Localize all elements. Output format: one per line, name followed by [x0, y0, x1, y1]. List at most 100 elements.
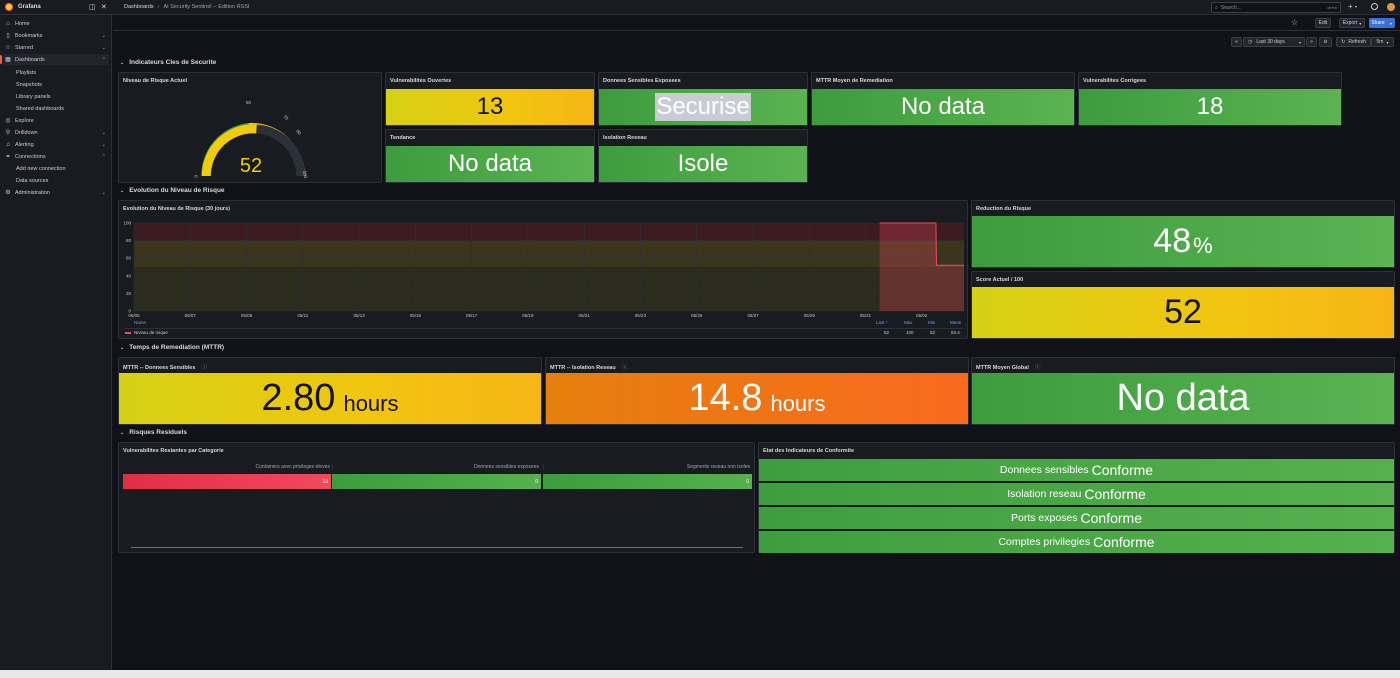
panel-mttr-isolation[interactable]: MTTR -- Isolation Reseau ⓘ 14.8 hours — [545, 357, 969, 425]
panel-title-text: MTTR Moyen Global — [976, 365, 1029, 371]
x-tick-label: 05/15 — [410, 313, 422, 318]
breadcrumb-current: AI Security Sentinel -- Edition RSSI — [163, 4, 250, 10]
chevron-up-icon[interactable]: ⌃ — [102, 154, 106, 160]
sidebar-item-starred[interactable]: ☆ Starred ⌄ — [3, 42, 109, 53]
panel-title: MTTR -- Isolation Reseau ⓘ — [550, 363, 627, 371]
compliance-status: Conforme — [1080, 510, 1142, 526]
row-title-indicateurs[interactable]: ⌄ Indicateurs Cles de Securite — [120, 59, 216, 66]
search-input[interactable]: ⌕ Search... ctrl+k — [1211, 2, 1341, 13]
search-icon: ⌕ — [1215, 4, 1218, 11]
panel-risk-gauge[interactable]: Niveau de Risque Actuel 0 50 70 80 100 5… — [118, 72, 382, 183]
sidebar-item-drilldown[interactable]: ⚲ Drilldown ⌄ — [3, 127, 109, 138]
threshold-band — [134, 240, 964, 267]
chevron-down-icon[interactable]: ⌄ — [102, 190, 106, 196]
sidebar-item-explore[interactable]: ◎ Explore — [3, 115, 109, 126]
panel-compliance[interactable]: Etat des Indicateurs de Conformite Donne… — [758, 442, 1395, 553]
legend-header-mean: Mean — [950, 320, 962, 325]
stat-unit: % — [1193, 232, 1213, 258]
compliance-label: Isolation reseau — [1007, 488, 1082, 500]
help-icon[interactable] — [1371, 3, 1378, 10]
sidebar-item-playlists[interactable]: Playlists — [14, 67, 109, 78]
bell-icon: ♫ — [5, 141, 11, 148]
compliance-label: Ports exposes — [1010, 512, 1078, 524]
home-icon: ⌂ — [6, 20, 10, 27]
panel-title: Etat des Indicateurs de Conformite — [763, 448, 855, 454]
chevron-down-icon: ⌄ — [120, 187, 125, 194]
chevron-down-icon[interactable]: ⌄ — [102, 45, 106, 51]
info-icon[interactable]: ⓘ — [1035, 365, 1041, 371]
chevron-up-icon[interactable]: ⌃ — [102, 57, 106, 63]
chevron-down-icon[interactable]: ⌄ — [102, 130, 106, 136]
row-title-evolution[interactable]: ⌄ Evolution du Niveau de Risque — [120, 187, 225, 194]
sidebar-item-label: Starred — [15, 44, 34, 51]
stat-value: 48 — [1153, 222, 1192, 260]
search-placeholder: Search... — [1220, 4, 1241, 11]
sidebar-item-add-connection[interactable]: Add new connection — [14, 163, 109, 174]
grafana-logo-icon[interactable] — [5, 3, 13, 11]
refresh-button[interactable]: ↻ Refresh — [1336, 37, 1371, 47]
sidebar-item-dashboards[interactable]: ▦ Dashboards ⌃ — [0, 54, 109, 65]
row-title-mttr[interactable]: ⌄ Temps de Remediation (MTTR) — [120, 344, 224, 351]
sidebar-item-data-sources[interactable]: Data sources — [14, 175, 109, 186]
x-tick-label: 05/09 — [241, 313, 253, 318]
zoom-out-button[interactable]: ⊖ — [1319, 37, 1332, 47]
new-plus-icon[interactable]: + — [1348, 2, 1353, 11]
panel-trend[interactable]: Tendance No data — [385, 129, 595, 183]
legend-row[interactable]: Niveau de risque 52 100 52 83.4 — [125, 328, 963, 336]
stat-value: 2.80 — [261, 377, 336, 419]
legend-max: 100 — [906, 330, 914, 335]
sidebar-item-shared-dashboards[interactable]: Shared dashboards — [14, 103, 109, 114]
sidebar-item-snapshots[interactable]: Snapshots — [14, 79, 109, 90]
chevron-down-icon[interactable]: ▾ — [1355, 4, 1357, 9]
share-menu-button[interactable]: ▾ — [1387, 18, 1395, 28]
panel-sensitive-data[interactable]: Donnees Sensibles Exposees Securise — [598, 72, 808, 126]
refresh-interval-select[interactable]: 5m ▾ — [1371, 37, 1394, 47]
sidebar-item-administration[interactable]: ⚙ Administration ⌄ — [3, 187, 109, 198]
breadcrumb-dashboards[interactable]: Dashboards — [124, 4, 154, 10]
sidebar-item-library-panels[interactable]: Library panels — [14, 91, 109, 102]
sidebar-item-bookmarks[interactable]: ▯ Bookmarks ⌄ — [3, 30, 109, 41]
legend-header-last: Last * — [876, 320, 888, 325]
sidebar-item-connections[interactable]: ⚭ Connections ⌃ — [3, 151, 109, 162]
avatar[interactable] — [1387, 3, 1395, 11]
panel-mttr-mean[interactable]: MTTR Moyen de Remediation No data — [811, 72, 1075, 126]
panel-title: Donnees Sensibles Exposees — [603, 78, 681, 84]
x-tick-label: 06/02 — [916, 313, 928, 318]
panel-residual-vulns[interactable]: Vulnerabilites Restantes par Categorie C… — [118, 442, 755, 553]
x-tick-label: 05/21 — [579, 313, 591, 318]
scrollbar[interactable] — [131, 547, 743, 548]
panel-vuln-open[interactable]: Vulnerabilites Ouvertes 13 — [385, 72, 595, 126]
sidebar-item-alerting[interactable]: ♫ Alerting ⌄ — [3, 139, 109, 150]
chevron-down-icon[interactable]: ⌄ — [102, 33, 106, 39]
star-icon: ☆ — [5, 44, 11, 51]
panel-isolation[interactable]: Isolation Reseau Isole — [598, 129, 808, 183]
info-icon[interactable]: ⓘ — [201, 365, 207, 371]
panel-vuln-fixed[interactable]: Vulnerabilites Corrigees 18 — [1078, 72, 1342, 126]
panel-title: Vulnerabilites Corrigees — [1083, 78, 1147, 84]
row-title-residual[interactable]: ⌄ Risques Residuels — [120, 429, 187, 436]
stat-unit: hours — [343, 390, 399, 416]
panel-current-score[interactable]: Score Actuel / 100 52 — [971, 271, 1395, 339]
close-menu-icon[interactable]: ✕ — [101, 3, 107, 11]
time-back-button[interactable]: « — [1231, 37, 1242, 47]
x-tick-label: 05/19 — [522, 313, 534, 318]
sidebar-item-home[interactable]: ⌂ Home — [3, 18, 109, 29]
panel-mttr-global[interactable]: MTTR Moyen Global ⓘ No data — [971, 357, 1395, 425]
star-dashboard-icon[interactable]: ☆ — [1291, 18, 1298, 27]
info-icon[interactable]: ⓘ — [622, 365, 628, 371]
share-button[interactable]: Share — [1369, 18, 1387, 28]
compliance-status: Conforme — [1091, 462, 1154, 478]
panel-mttr-data[interactable]: MTTR -- Donnees Sensibles ⓘ 2.80 hours — [118, 357, 542, 425]
stat-value: No data — [812, 89, 1074, 125]
dock-menu-icon[interactable]: ◫ — [89, 3, 96, 11]
time-range-picker[interactable]: ◷ Last 30 days ▾ — [1243, 37, 1305, 47]
panel-risk-reduction[interactable]: Reduction du Risque 48 % — [971, 200, 1395, 268]
row-label: Risques Residuels — [129, 429, 188, 436]
edit-button[interactable]: Edit — [1315, 18, 1331, 28]
row-label: Temps de Remediation (MTTR) — [129, 344, 225, 351]
panel-risk-timeseries[interactable]: Evolution du Niveau de Risque (30 jours)… — [118, 200, 968, 339]
chevron-down-icon[interactable]: ⌄ — [102, 142, 106, 148]
chevron-down-icon: ▾ — [1389, 20, 1392, 26]
export-button[interactable]: Export ▾ — [1339, 18, 1365, 28]
time-forward-button[interactable]: » — [1306, 37, 1317, 47]
